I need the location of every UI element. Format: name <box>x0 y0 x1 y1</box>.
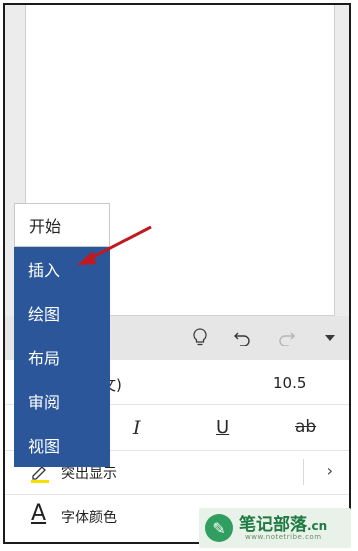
annotation-arrow <box>77 225 152 265</box>
leaf-logo-icon: ✎ <box>205 514 233 542</box>
watermark-suffix: .cn <box>307 519 328 533</box>
watermark-title-text: 笔记部落 <box>239 515 307 535</box>
arrow-shaft <box>88 225 152 261</box>
app-frame: 文) 10.5 I U ab 突出显示 › A 字体颜色 › <box>3 3 351 544</box>
arrow-head <box>77 251 96 265</box>
watermark-logo: ✎ 笔记部落.cn www.notetribe.com <box>199 508 351 548</box>
watermark-subtitle: www.notetribe.com <box>245 533 322 541</box>
watermark-title: 笔记部落.cn <box>239 510 327 535</box>
